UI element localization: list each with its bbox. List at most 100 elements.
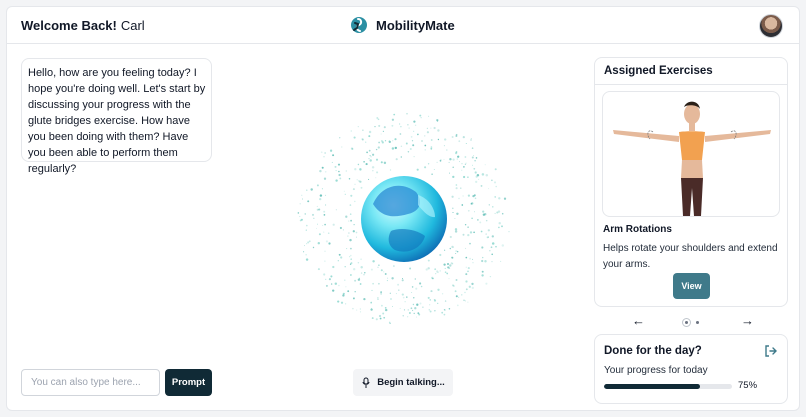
orb-particle xyxy=(378,282,380,285)
orb-particle xyxy=(360,265,363,269)
orb-particle xyxy=(465,280,468,283)
orb-particle xyxy=(349,213,352,215)
pager-dot[interactable] xyxy=(696,321,699,324)
orb-particle xyxy=(467,267,470,270)
orb-particle xyxy=(446,149,448,151)
orb-particle xyxy=(434,310,436,312)
orb-particle xyxy=(322,225,324,227)
message-input[interactable] xyxy=(21,369,160,396)
user-avatar[interactable] xyxy=(759,14,783,38)
orb-particle xyxy=(404,301,406,303)
orb-particle xyxy=(407,151,410,153)
orb-particle xyxy=(380,161,383,164)
brand: MobilityMate xyxy=(350,16,455,34)
orb-particle xyxy=(306,224,308,227)
orb-particle xyxy=(448,161,450,163)
orb-particle xyxy=(475,157,478,159)
orb-particle xyxy=(464,156,467,158)
orb-particle xyxy=(420,117,422,119)
orb-particle xyxy=(335,170,337,172)
orb-particle xyxy=(455,187,458,190)
orb-particle xyxy=(465,273,468,276)
exercise-name: Arm Rotations xyxy=(603,224,672,235)
orb-particle xyxy=(471,282,474,286)
orb-particle xyxy=(491,253,494,256)
orb-particle xyxy=(428,309,431,311)
orb-particle xyxy=(458,197,460,200)
orb-particle xyxy=(473,231,475,234)
orb-particle xyxy=(417,133,419,136)
orb-particle xyxy=(345,303,347,305)
orb-particle xyxy=(320,151,323,154)
orb-particle xyxy=(323,231,325,233)
orb-particle xyxy=(383,316,386,319)
orb-particle xyxy=(452,175,455,179)
orb-particle xyxy=(467,176,469,178)
orb-particle xyxy=(343,190,345,192)
begin-talking-button[interactable]: Begin talking... xyxy=(353,369,453,396)
orb-particle xyxy=(324,152,326,154)
orb-particle xyxy=(446,272,449,275)
orb-particle xyxy=(353,224,355,226)
orb-particle xyxy=(384,307,387,309)
orb-particle xyxy=(319,169,322,173)
orb-particle xyxy=(310,188,313,191)
orb-particle xyxy=(316,205,318,207)
orb-particle xyxy=(433,299,437,302)
orb-particle xyxy=(372,153,375,156)
orb-particle xyxy=(481,270,484,273)
voice-orb xyxy=(297,112,512,327)
orb-particle xyxy=(401,293,404,296)
view-exercise-button[interactable]: View xyxy=(673,273,710,299)
orb-particle xyxy=(406,112,408,115)
orb-particle xyxy=(316,208,319,211)
orb-particle xyxy=(464,163,467,165)
orb-particle xyxy=(340,301,344,304)
orb-particle xyxy=(323,177,327,180)
orb-particle xyxy=(467,301,469,303)
orb-particle xyxy=(359,180,362,183)
orb-particle xyxy=(449,172,450,174)
orb-particle xyxy=(362,129,364,131)
orb-particle xyxy=(465,162,467,164)
orb-particle xyxy=(331,161,333,163)
orb-particle xyxy=(380,133,382,135)
orb-particle xyxy=(434,268,437,271)
orb-particle xyxy=(337,300,340,303)
orb-particle xyxy=(347,290,350,293)
orb-particle xyxy=(474,171,477,174)
orb-particle xyxy=(449,264,452,267)
orb-particle xyxy=(304,245,305,247)
orb-particle xyxy=(391,124,394,127)
orb-particle xyxy=(354,279,357,282)
orb-particle xyxy=(494,196,496,198)
orb-particle xyxy=(455,250,458,253)
arrow-left-icon[interactable]: ← xyxy=(632,313,645,328)
logout-icon[interactable] xyxy=(764,344,778,358)
orb-particle xyxy=(440,158,442,161)
orb-particle xyxy=(501,244,505,247)
orb-particle xyxy=(481,173,485,176)
orb-particle xyxy=(498,221,501,225)
pager-dot-active[interactable] xyxy=(682,318,691,327)
orb-particle xyxy=(487,236,489,238)
orb-particle xyxy=(410,136,413,138)
orb-particle xyxy=(393,265,395,267)
progress-track xyxy=(604,384,732,389)
orb-particle xyxy=(480,230,483,233)
orb-particle xyxy=(389,292,391,294)
orb-particle xyxy=(375,318,378,321)
orb-particle xyxy=(413,312,415,315)
orb-particle xyxy=(455,279,458,281)
prompt-button[interactable]: Prompt xyxy=(165,369,212,396)
orb-particle xyxy=(363,161,365,163)
orb-particle xyxy=(471,286,474,290)
orb-particle xyxy=(424,135,426,137)
orb-particle xyxy=(359,283,362,285)
orb-particle xyxy=(412,309,414,312)
orb-particle xyxy=(384,273,387,275)
orb-particle xyxy=(424,149,426,151)
orb-particle xyxy=(489,250,491,252)
orb-particle xyxy=(413,130,415,132)
arrow-right-icon[interactable]: → xyxy=(741,313,754,328)
